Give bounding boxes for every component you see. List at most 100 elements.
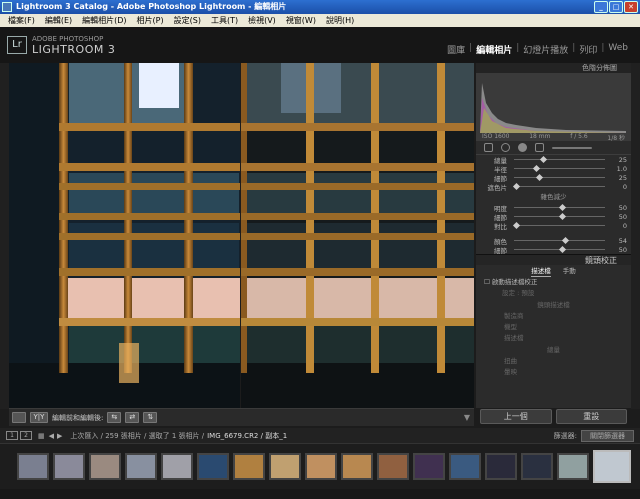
minimize-button[interactable]: _ [594, 1, 608, 13]
brand-line-2: LIGHTROOM 3 [32, 43, 116, 56]
lightroom-logo: Lr [7, 36, 27, 54]
filter-dropdown[interactable]: 關閉篩選器 [581, 429, 634, 442]
filmstrip-thumbnail[interactable] [485, 453, 517, 480]
filmstrip-thumbnail[interactable] [125, 453, 157, 480]
maximize-button[interactable]: □ [609, 1, 623, 13]
filmstrip-thumbnail[interactable] [449, 453, 481, 480]
menu-edit[interactable]: 編輯(E) [40, 15, 77, 26]
back-arrow-icon[interactable]: ◀ [49, 432, 54, 440]
exif-focal: 18 mm [529, 133, 551, 140]
loupe-view-button[interactable] [12, 412, 26, 423]
lens-profile-title: 鏡頭描述檔 [537, 301, 570, 309]
module-picker: 圖庫 | 編輯相片 | 幻燈片播放 | 列印 | Web [443, 43, 632, 56]
menu-bar: 檔案(F) 編輯(E) 編輯相片(D) 相片(P) 設定(S) 工具(T) 檢視… [0, 14, 640, 27]
forward-arrow-icon[interactable]: ▶ [57, 432, 62, 440]
distortion-field[interactable]: 扭曲 [476, 356, 631, 367]
filmstrip-thumbnail[interactable] [17, 453, 49, 480]
tab-profile[interactable]: 描述檔 [531, 265, 551, 277]
menu-file[interactable]: 檔案(F) [3, 15, 40, 26]
filmstrip-thumbnail[interactable] [161, 453, 193, 480]
spot-removal-icon[interactable] [501, 143, 510, 152]
menu-develop[interactable]: 編輯相片(D) [77, 15, 131, 26]
filmstrip-bar: 1 2 ▦ ◀ ▶ 上次匯入 / 259 張相片 / 選取了 1 張相片 / I… [0, 428, 640, 443]
source-info: 上次匯入 / 259 張相片 / 選取了 1 張相片 / [70, 431, 205, 440]
grid-icon[interactable]: ▦ [38, 432, 45, 440]
window-title-bar: Lightroom 3 Catalog - Adobe Photoshop Li… [0, 0, 640, 14]
redeye-icon[interactable] [518, 143, 527, 152]
copy-after-button[interactable]: ⇄ [125, 412, 140, 423]
filmstrip [0, 443, 640, 489]
exif-shutter: 1/8 秒 [607, 135, 625, 142]
filmstrip-thumbnail[interactable] [377, 453, 409, 480]
develop-toolbar: Y|Y 編輯前和編輯後: ⇆ ⇄ ⇅ ▼ [9, 408, 474, 426]
slider-contrast[interactable]: 對比 0 [476, 221, 631, 231]
exif-iso: ISO 1600 [482, 133, 510, 140]
filmstrip-thumbnail[interactable] [53, 453, 85, 480]
app-icon [2, 2, 12, 12]
enable-profile-checkbox[interactable]: ☐ 啟動描述檔校正 [476, 277, 631, 288]
menu-view[interactable]: 檢視(V) [243, 15, 281, 26]
slider-masking[interactable]: 遮色片 0 [476, 182, 631, 192]
histogram-title[interactable]: 色階分佈圖 [476, 63, 631, 73]
previous-button[interactable]: 上一個 [480, 409, 552, 424]
menu-photo[interactable]: 相片(P) [132, 15, 169, 26]
lens-profile-field[interactable]: 描述檔 [476, 333, 631, 344]
menu-tools[interactable]: 工具(T) [206, 15, 243, 26]
filmstrip-thumbnail[interactable] [89, 453, 121, 480]
exif-aperture: f / 5.6 [570, 133, 588, 140]
window-title: Lightroom 3 Catalog - Adobe Photoshop Li… [16, 2, 287, 11]
menu-window[interactable]: 視窗(W) [281, 15, 321, 26]
after-image [241, 63, 474, 408]
exif-info: ISO 1600 18 mm f / 5.6 1/8 秒 [476, 133, 631, 142]
crop-tool-icon[interactable] [484, 143, 493, 152]
filmstrip-thumbnail[interactable] [593, 450, 631, 483]
lens-model-field[interactable]: 機型 [476, 322, 631, 333]
reset-button[interactable]: 重設 [555, 409, 627, 424]
swap-button[interactable]: ⇅ [143, 412, 158, 423]
tab-manual[interactable]: 手動 [563, 265, 576, 277]
tool-strip [476, 141, 631, 155]
noise-reduction-title: 雜色減少 [540, 193, 567, 201]
lens-setup-row[interactable]: 設定 : 預設 [476, 288, 631, 299]
module-develop[interactable]: 編輯相片 [472, 43, 516, 56]
menu-settings[interactable]: 設定(S) [169, 15, 206, 26]
lens-make-field[interactable]: 製造商 [476, 311, 631, 322]
right-panel: 色階分佈圖 ISO 1600 18 mm f / 5.6 1/8 秒 總量 25… [476, 63, 631, 408]
close-button[interactable]: ✕ [624, 1, 638, 13]
page-2-button[interactable]: 2 [20, 431, 32, 440]
module-slideshow[interactable]: 幻燈片播放 [519, 43, 572, 56]
filmstrip-thumbnail[interactable] [197, 453, 229, 480]
menu-help[interactable]: 說明(H) [321, 15, 359, 26]
toolbar-menu-icon[interactable]: ▼ [464, 413, 470, 422]
filmstrip-thumbnail[interactable] [233, 453, 265, 480]
filmstrip-thumbnail[interactable] [341, 453, 373, 480]
lens-tabs: 描述檔 手動 [476, 265, 631, 277]
filename: IMG_6679.CR2 / 副本_1 [207, 431, 288, 440]
module-library[interactable]: 圖庫 [443, 43, 469, 56]
module-web[interactable]: Web [604, 43, 632, 56]
filmstrip-thumbnail[interactable] [305, 453, 337, 480]
filmstrip-bottom-toggle[interactable] [0, 489, 640, 499]
histogram [476, 73, 631, 133]
filmstrip-thumbnail[interactable] [521, 453, 553, 480]
vignetting-field[interactable]: 暈映 [476, 367, 631, 378]
panel-buttons: 上一個 重設 [476, 409, 631, 424]
right-panel-scroll[interactable] [631, 63, 640, 409]
filmstrip-thumbnail[interactable] [413, 453, 445, 480]
lens-corrections-title[interactable]: 鏡頭校正 [476, 254, 631, 265]
amount-title: 總量 [547, 346, 560, 354]
before-image [9, 63, 240, 408]
module-print[interactable]: 列印 [575, 43, 601, 56]
filmstrip-thumbnail[interactable] [269, 453, 301, 480]
adjustment-brush-icon[interactable] [552, 146, 592, 149]
copy-before-button[interactable]: ⇆ [107, 412, 122, 423]
page-1-button[interactable]: 1 [6, 431, 18, 440]
filmstrip-thumbnail[interactable] [557, 453, 589, 480]
slider-color-detail[interactable]: 細節 50 [476, 245, 631, 255]
brand-line-1: ADOBE PHOTOSHOP [32, 35, 104, 43]
left-panel-toggle[interactable] [0, 63, 9, 409]
before-after-label: 編輯前和編輯後: [52, 413, 104, 422]
graduated-filter-icon[interactable] [535, 143, 544, 152]
filter-label: 篩選器: [553, 431, 577, 440]
before-after-view-button[interactable]: Y|Y [30, 412, 48, 423]
